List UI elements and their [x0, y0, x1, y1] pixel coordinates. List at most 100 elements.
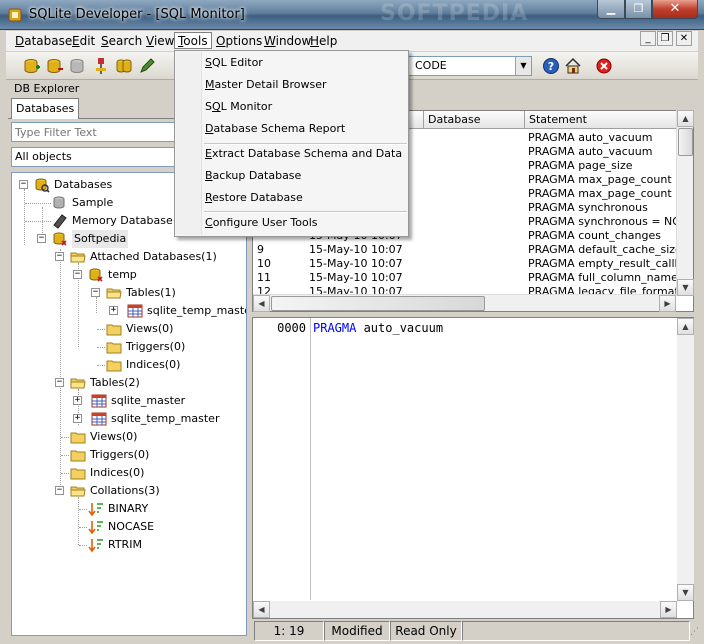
table-cell: 9	[257, 243, 264, 256]
tree-node-label: NOCASE	[108, 520, 155, 533]
code-text[interactable]: PRAGMA auto_vacuum	[313, 321, 443, 335]
scroll-thumb[interactable]	[271, 296, 485, 311]
table-cell: PRAGMA default_cache_size	[528, 243, 678, 256]
menu-item-backup-database[interactable]: Backup Database	[205, 166, 301, 186]
table-icon	[91, 394, 107, 408]
database-tree[interactable]: − Databases Sample Memory Database − Sof…	[11, 172, 247, 636]
tree-node-label: Collations(3)	[90, 484, 160, 497]
connection-combo[interactable]: CODE ▼	[404, 56, 532, 76]
expand-toggle[interactable]: +	[73, 414, 82, 423]
table-cell: PRAGMA auto_vacuum	[528, 131, 653, 144]
status-cursor-position: 1: 19	[254, 621, 324, 641]
menu-tools[interactable]: Tools	[174, 32, 212, 49]
menu-help[interactable]: Help	[307, 33, 340, 50]
folder-icon	[106, 342, 122, 354]
scroll-up-icon[interactable]: ▲	[677, 110, 694, 127]
tree-node-label: Triggers(0)	[90, 448, 150, 461]
tree-node-label: Views(0)	[126, 322, 174, 335]
help-icon[interactable]: ?	[542, 57, 560, 75]
scroll-left-icon[interactable]: ◀	[253, 601, 270, 618]
column-header-statement[interactable]: Statement	[525, 111, 693, 129]
sql-text: auto_vacuum	[356, 321, 444, 335]
table-cell: PRAGMA synchronous = NORM	[528, 215, 678, 228]
tree-node-label: Sample	[72, 196, 114, 209]
menu-item-extract-schema[interactable]: Extract Database Schema and Data	[205, 144, 402, 164]
collapse-toggle[interactable]: −	[55, 486, 64, 495]
stop-icon[interactable]	[595, 57, 613, 75]
menu-view[interactable]: View	[143, 33, 177, 50]
sql-editor[interactable]: 0000 PRAGMA auto_vacuum ▲ ▼ ◀ ▶	[252, 317, 694, 619]
attach-database-icon[interactable]	[115, 57, 133, 75]
close-icon: ✕	[669, 1, 681, 16]
menu-search[interactable]: Search	[98, 33, 145, 50]
chevron-down-icon[interactable]: ▼	[515, 57, 531, 75]
mdi-restore-button[interactable]: ❐	[657, 31, 673, 46]
tree-node-label: RTRIM	[108, 538, 142, 551]
tab-databases[interactable]: Databases	[11, 98, 80, 119]
title-bar[interactable]: SQLite Developer - [SQL Monitor] SOFTPED…	[0, 0, 704, 30]
table-row[interactable]: 10 15-May-10 10:07 PRAGMA empty_result_cal…	[253, 257, 693, 271]
menu-item-restore-database[interactable]: Restore Database	[205, 188, 303, 208]
menu-item-configure-user-tools[interactable]: Configure User Tools	[205, 213, 317, 233]
resize-grip-icon[interactable]: ⋰	[690, 627, 702, 641]
maximize-button[interactable]: ❐	[625, 0, 652, 19]
menu-item-sql-editor[interactable]: SQL Editor	[205, 53, 263, 73]
expand-toggle[interactable]: +	[73, 396, 82, 405]
collapse-toggle[interactable]: −	[19, 180, 28, 189]
editor-horizontal-scrollbar[interactable]: ◀ ▶	[253, 601, 677, 618]
sort-collation-icon	[88, 503, 103, 517]
scroll-right-icon[interactable]: ▶	[660, 601, 677, 618]
scroll-down-icon[interactable]: ▼	[677, 279, 694, 296]
scroll-up-icon[interactable]: ▲	[677, 318, 694, 335]
window-title: SQLite Developer - [SQL Monitor]	[29, 7, 245, 22]
folder-icon	[106, 360, 122, 372]
new-database-icon[interactable]	[23, 57, 41, 75]
folder-open-icon	[70, 378, 86, 389]
collapse-toggle[interactable]: −	[91, 288, 100, 297]
grid-horizontal-scrollbar[interactable]: ◀ ▶	[253, 294, 676, 312]
connect-icon[interactable]	[92, 57, 110, 75]
tree-node-label: Indices(0)	[126, 358, 181, 371]
close-button[interactable]: ✕	[652, 0, 698, 19]
collapse-toggle[interactable]: −	[73, 270, 82, 279]
folder-open-icon	[70, 252, 86, 263]
expand-toggle[interactable]: +	[109, 306, 118, 315]
table-cell: PRAGMA page_size	[528, 159, 633, 172]
edit-icon[interactable]	[138, 57, 156, 75]
collapse-toggle[interactable]: −	[55, 378, 64, 387]
delete-database-icon[interactable]	[46, 57, 64, 75]
table-row[interactable]: 9 15-May-10 10:07 PRAGMA default_cache_siz…	[253, 243, 693, 257]
grid-vertical-scrollbar[interactable]: ▲ ▼	[676, 110, 694, 296]
menu-options[interactable]: Options	[213, 33, 265, 50]
table-cell: PRAGMA count_changes	[528, 229, 661, 242]
collapse-toggle[interactable]: −	[55, 252, 64, 261]
menu-edit[interactable]: Edit	[69, 33, 98, 50]
tree-node-label: Views(0)	[90, 430, 138, 443]
line-number: 0000	[277, 321, 306, 335]
scroll-right-icon[interactable]: ▶	[659, 295, 676, 312]
menu-item-database-schema-report[interactable]: Database Schema Report	[205, 119, 345, 139]
menu-item-sql-monitor[interactable]: SQL Monitor	[205, 97, 272, 117]
scroll-left-icon[interactable]: ◀	[253, 295, 270, 312]
tree-node-label: sqlite_temp_master	[111, 412, 220, 425]
database-gray-icon	[53, 196, 65, 209]
editor-vertical-scrollbar[interactable]: ▲ ▼	[677, 318, 694, 601]
menu-bar: Database Edit Search View Tools Options …	[6, 31, 698, 51]
sort-collation-icon	[88, 539, 103, 553]
menu-database[interactable]: Database	[12, 33, 75, 50]
minimize-button[interactable]: ▁	[597, 0, 625, 19]
scroll-thumb[interactable]	[678, 128, 693, 156]
table-cell: 15-May-10 10:07	[309, 271, 403, 284]
home-icon[interactable]	[564, 57, 582, 75]
mdi-close-button[interactable]: ✕	[676, 31, 692, 46]
collapse-toggle[interactable]: −	[37, 234, 46, 243]
database-disabled-icon[interactable]	[69, 57, 87, 75]
svg-text:?: ?	[548, 60, 554, 73]
menu-item-master-detail-browser[interactable]: Master Detail Browser	[205, 75, 327, 95]
column-header-database[interactable]: Database	[424, 111, 525, 129]
folder-icon	[106, 324, 122, 336]
folder-icon	[70, 450, 86, 462]
mdi-minimize-button[interactable]: _	[640, 31, 656, 46]
scroll-down-icon[interactable]: ▼	[677, 584, 694, 601]
table-row[interactable]: 11 15-May-10 10:07 PRAGMA full_column_name…	[253, 271, 693, 285]
